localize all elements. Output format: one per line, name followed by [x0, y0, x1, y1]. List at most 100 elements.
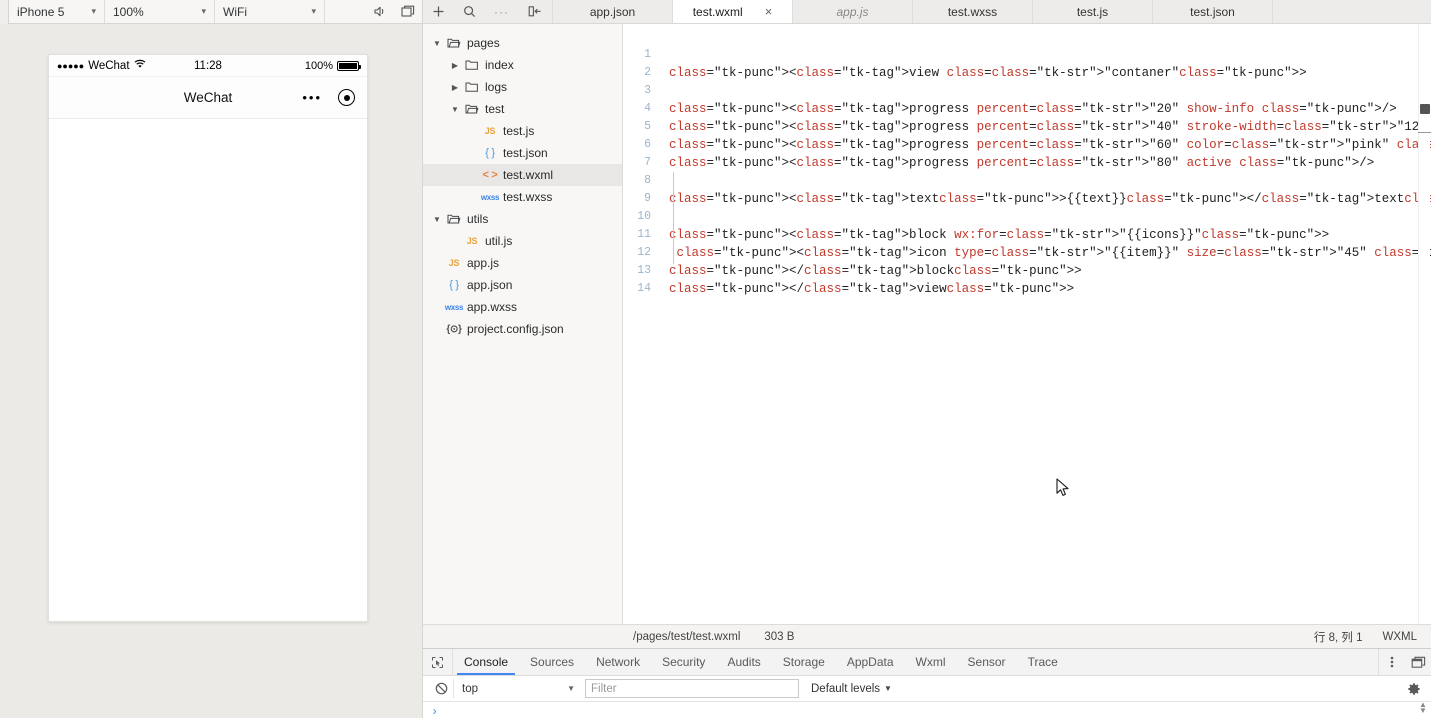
- code-line[interactable]: class="tk-punc"><class="tk-tag">progress…: [669, 154, 1415, 172]
- inspect-element-icon[interactable]: [423, 649, 453, 675]
- speaker-icon[interactable]: [366, 0, 394, 23]
- file-tree-item-test-json[interactable]: { } test.json: [423, 142, 622, 164]
- device-select[interactable]: iPhone 5 ▾: [9, 0, 105, 23]
- devtools-tab-audits[interactable]: Audits: [716, 649, 771, 675]
- file-tree-item-test-wxml[interactable]: < > test.wxml: [423, 164, 622, 186]
- devtools-tab-sensor[interactable]: Sensor: [957, 649, 1017, 675]
- network-select[interactable]: WiFi ▾: [215, 0, 325, 23]
- simulator-pane: iPhone 5 ▾ 100% ▾ WiFi ▾ ●●●●● WeChat 11…: [0, 0, 422, 718]
- battery-full-icon: [336, 60, 361, 71]
- folder-icon: [461, 59, 483, 71]
- chevron-down-icon: ▼: [567, 684, 575, 693]
- devtools-tab-appdata[interactable]: AppData: [836, 649, 905, 675]
- console-output[interactable]: › ▲ ▼: [423, 701, 1431, 718]
- chevron-down-icon[interactable]: ▼: [431, 39, 443, 48]
- chevron-right-icon[interactable]: ▶: [449, 61, 461, 70]
- console-levels-select[interactable]: Default levels ▼: [811, 683, 892, 695]
- editor-tab-app-json[interactable]: app.json: [553, 0, 673, 23]
- devtools-tab-network[interactable]: Network: [585, 649, 651, 675]
- devtools-tab-label: Wxml: [915, 655, 946, 669]
- line-number: 10: [637, 210, 651, 223]
- file-tree-item-index[interactable]: ▶ index: [423, 54, 622, 76]
- line-number: 6: [644, 138, 651, 151]
- file-tree-item-utils[interactable]: ▼ utils: [423, 208, 622, 230]
- file-tree-item-app-js[interactable]: JS app.js: [423, 252, 622, 274]
- editor-tab-test-js[interactable]: test.js: [1033, 0, 1153, 23]
- vertical-dots-icon[interactable]: [1379, 655, 1405, 669]
- chevron-down-icon[interactable]: ▼: [431, 215, 443, 224]
- code-editor[interactable]: 1 2 3 4 5 6 7 8 9 10 11 12 13 14 class="tk-punc"><cla…: [623, 24, 1431, 624]
- code-line[interactable]: class="tk-punc"><class="tk-tag">icon typ…: [669, 244, 1431, 262]
- device-select-value: iPhone 5: [17, 4, 65, 19]
- console-prompt[interactable]: ›: [423, 702, 1431, 718]
- devtools-tab-storage[interactable]: Storage: [772, 649, 836, 675]
- panel-collapse-icon[interactable]: [518, 0, 553, 23]
- status-language[interactable]: WXML: [1383, 631, 1418, 643]
- console-filter-input[interactable]: Filter: [585, 679, 799, 698]
- file-tree-item-project-config-json[interactable]: {⊙} project.config.json: [423, 318, 622, 340]
- devtools-tab-console[interactable]: Console: [453, 649, 519, 675]
- editor-tab-label: app.js: [836, 4, 869, 19]
- file-icon-glyph: JS: [466, 236, 478, 246]
- status-cursor-position[interactable]: 行 8, 列 1: [1314, 629, 1363, 645]
- clear-console-icon[interactable]: [429, 682, 453, 695]
- left-toolbar-stub: [0, 0, 9, 24]
- phone-viewport[interactable]: [49, 119, 367, 620]
- code-line[interactable]: class="tk-punc"><class="tk-tag">block wx…: [669, 226, 1415, 244]
- file-tree-item-test-wxss[interactable]: wxss test.wxss: [423, 186, 622, 208]
- dock-side-icon[interactable]: [1405, 656, 1431, 669]
- file-tree-item-test[interactable]: ▼ test: [423, 98, 622, 120]
- add-file-button[interactable]: [423, 0, 454, 23]
- code-line[interactable]: [669, 46, 1415, 64]
- code-line[interactable]: class="tk-punc"><class="tk-tag">view cla…: [669, 64, 1415, 82]
- code-line[interactable]: [669, 208, 1415, 226]
- code-line[interactable]: class="tk-punc"></class="tk-tag">viewcla…: [669, 280, 1415, 298]
- devtools-tab-security[interactable]: Security: [651, 649, 716, 675]
- code-line[interactable]: class="tk-punc"><class="tk-tag">textclas…: [669, 190, 1431, 208]
- file-tree-item-app-wxss[interactable]: wxss app.wxss: [423, 296, 622, 318]
- code-content[interactable]: class="tk-punc"><class="tk-tag">view cla…: [669, 24, 1431, 624]
- file-tree-item-logs[interactable]: ▶ logs: [423, 76, 622, 98]
- more-dots-icon[interactable]: •••: [302, 90, 322, 105]
- editor-tab-test-json[interactable]: test.json: [1153, 0, 1273, 23]
- line-number: 4: [644, 102, 651, 115]
- cfg-file-icon: {⊙}: [443, 324, 465, 335]
- console-scroll-arrows[interactable]: ▲ ▼: [1417, 701, 1429, 715]
- file-tree[interactable]: ▼ pages ▶ index ▶ logs ▼ test JS test.js { } test.j…: [423, 24, 623, 624]
- code-line[interactable]: class="tk-punc"><class="tk-tag">progress…: [669, 100, 1415, 118]
- line-number: 7: [644, 156, 651, 169]
- code-line[interactable]: [669, 172, 1415, 190]
- file-tree-item-pages[interactable]: ▼ pages: [423, 32, 622, 54]
- scrollbar-thumb[interactable]: [1420, 104, 1430, 114]
- editor-tab-app-js[interactable]: app.js: [793, 0, 913, 23]
- editor-more-button[interactable]: ···: [485, 0, 518, 23]
- target-circle-icon[interactable]: [338, 89, 355, 106]
- file-icon-glyph: { }: [485, 147, 495, 159]
- window-detach-icon[interactable]: [394, 0, 422, 23]
- devtools-tab-wxml[interactable]: Wxml: [905, 649, 957, 675]
- gear-icon[interactable]: [1407, 682, 1421, 696]
- editor-tab-test-wxss[interactable]: test.wxss: [913, 0, 1033, 23]
- console-toolbar: top ▼ Filter Default levels ▼: [423, 676, 1431, 702]
- file-tree-item-app-json[interactable]: { } app.json: [423, 274, 622, 296]
- devtools-tab-label: Trace: [1027, 655, 1058, 669]
- code-line[interactable]: class="tk-punc"><class="tk-tag">progress…: [669, 136, 1431, 154]
- zoom-select[interactable]: 100% ▾: [105, 0, 215, 23]
- phone-simulator[interactable]: ●●●●● WeChat 11:28 100% WeChat •••: [48, 54, 368, 622]
- chevron-right-icon[interactable]: ▶: [449, 83, 461, 92]
- file-tree-item-test-js[interactable]: JS test.js: [423, 120, 622, 142]
- devtools-tab-sources[interactable]: Sources: [519, 649, 585, 675]
- devtools-tab-trace[interactable]: Trace: [1017, 649, 1069, 675]
- chevron-down-icon: ▾: [201, 6, 206, 16]
- search-icon[interactable]: [454, 0, 485, 23]
- editor-tab-test-wxml[interactable]: test.wxml ×: [673, 0, 793, 23]
- file-tree-item-util-js[interactable]: JS util.js: [423, 230, 622, 252]
- code-line[interactable]: class="tk-punc"><class="tk-tag">progress…: [669, 118, 1427, 136]
- close-icon[interactable]: ×: [765, 5, 773, 18]
- code-line[interactable]: [669, 82, 1415, 100]
- console-filter-placeholder: Filter: [591, 682, 617, 695]
- editor-vertical-scrollbar[interactable]: [1418, 24, 1430, 624]
- console-context-select[interactable]: top ▼: [453, 679, 583, 698]
- code-line[interactable]: class="tk-punc"></class="tk-tag">blockcl…: [669, 262, 1415, 280]
- chevron-down-icon[interactable]: ▼: [449, 105, 461, 114]
